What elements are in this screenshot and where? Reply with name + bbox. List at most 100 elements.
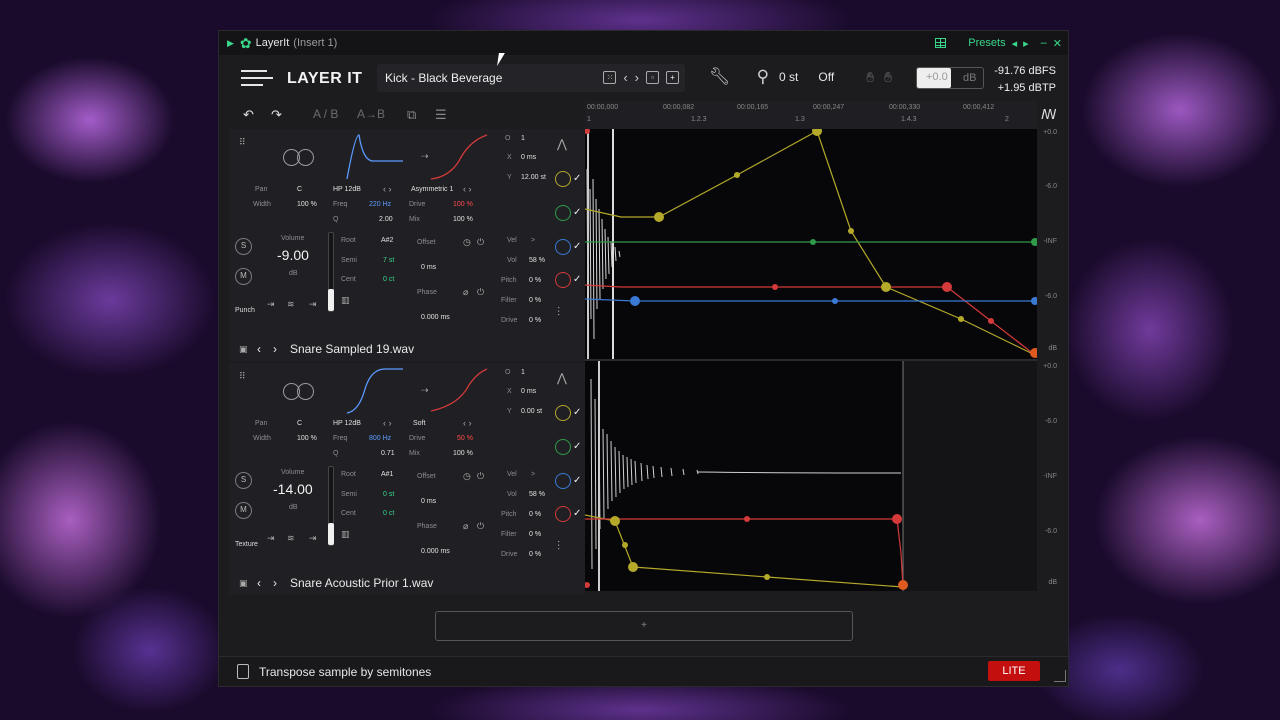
pan-value[interactable]: C [297,420,302,427]
o-value[interactable]: 1 [521,369,525,376]
preset-next-arrow-icon[interactable]: › [635,70,639,85]
solo-button[interactable]: S [235,472,252,489]
checkmark-icon[interactable]: ✓ [573,173,581,184]
freq-value[interactable]: 800 Hz [369,435,391,442]
offset-value[interactable]: 0 ms [421,264,436,271]
freq-value[interactable]: 220 Hz [369,201,391,208]
redo-icon[interactable]: ↷ [271,107,282,123]
pan-value[interactable]: C [297,186,302,193]
checkmark-icon[interactable]: ✓ [573,475,581,486]
phase-value[interactable]: 0.000 ms [421,314,450,321]
save-as-icon[interactable]: + [666,71,679,84]
volume-envelope-icon[interactable] [555,171,571,187]
phase-invert-icon[interactable]: ⌀ [463,287,468,298]
midi-learn-icon[interactable]: ✋︎ [866,69,874,86]
copy-a-to-b-button[interactable]: A→B [357,107,385,121]
preset-prev-arrow-icon[interactable]: ‹ [623,70,627,85]
phase-value[interactable]: 0.000 ms [421,548,450,555]
width-value[interactable]: 100 % [297,201,317,208]
x-value[interactable]: 0 ms [521,154,536,161]
checkmark-icon[interactable]: ✓ [573,407,581,418]
root-value[interactable]: A#2 [381,237,393,244]
undo-icon[interactable]: ↶ [243,107,254,123]
volume-value[interactable]: -14.00 [273,481,313,497]
power-icon[interactable]: ⏻ [477,237,484,248]
presets-button[interactable]: Presets [968,37,1005,49]
pitch-envelope-icon[interactable] [555,506,571,522]
envelope-editor[interactable] [584,126,1040,591]
menu-icon[interactable] [241,70,273,88]
filter-curve[interactable] [345,365,405,415]
filter-envelope-icon[interactable] [555,473,571,489]
power-icon[interactable]: ⏻ [477,471,484,482]
split-view-icon[interactable]: ⧉ [407,107,416,123]
vel-drive-value[interactable]: 0 % [529,317,541,324]
vel-drive-value[interactable]: 0 % [529,551,541,558]
bypass-icon[interactable]: ⇢ [421,151,429,162]
clock-icon[interactable]: ◷ [463,471,471,482]
envelope-shape-icon[interactable]: ⋀ [557,137,567,151]
output-gain-field[interactable]: +0.0 dB [916,67,984,89]
y-value[interactable]: 12.00 st [521,174,546,181]
document-icon[interactable] [237,664,249,679]
y-value[interactable]: 0.00 st [521,408,542,415]
mix-value[interactable]: 100 % [453,216,473,223]
root-value[interactable]: A#1 [381,471,393,478]
envelope-canvas[interactable] [584,126,1040,591]
grid-icon[interactable] [935,38,947,48]
filter-envelope-icon[interactable] [555,239,571,255]
next-sample-icon[interactable]: › [273,576,277,590]
pan-envelope-icon[interactable] [555,205,571,221]
checkmark-icon[interactable]: ✓ [573,508,581,519]
lite-badge[interactable]: LITE [988,661,1040,681]
volume-fader[interactable] [328,466,334,546]
preset-next-icon[interactable]: ▸ [1023,37,1029,50]
vel-arrow[interactable]: > [531,237,535,244]
distortion-arrows-icon[interactable]: ‹ › [463,184,472,194]
prev-sample-icon[interactable]: ‹ [257,576,261,590]
close-icon[interactable]: ✕ [1053,37,1062,50]
mode-label[interactable]: Punch [235,307,255,314]
save-icon[interactable]: ▫ [646,71,659,84]
mixer-icon[interactable]: ⫶ [557,539,560,554]
vel-pitch-value[interactable]: 0 % [529,277,541,284]
layer-menu-icon[interactable]: ▣ [239,344,248,355]
mixer-icon[interactable]: ⫶ [557,305,560,320]
timeline-ruler[interactable]: 00:00,000 00:00,082 00:00,165 00:00,247 … [585,101,1037,129]
sample-filename[interactable]: Snare Sampled 19.wav [290,342,414,356]
stack-view-icon[interactable]: ☰ [435,107,447,123]
bypass-icon[interactable]: ⇢ [421,385,429,396]
off-toggle[interactable]: Off [818,70,834,84]
keyboard-icon[interactable]: ▥ [341,529,350,540]
volume-envelope-icon[interactable] [555,405,571,421]
preset-selector[interactable]: Kick - Black Beverage ⁙ ‹ › ▫ + [377,64,685,92]
midi-clear-icon[interactable]: ✋︎ [884,69,892,86]
loop-icon[interactable]: ≋ [287,299,295,310]
vel-filter-value[interactable]: 0 % [529,297,541,304]
play-icon[interactable]: ▶ [227,38,234,49]
filter-curve[interactable] [345,131,405,181]
distortion-arrows-icon[interactable]: ‹ › [463,418,472,428]
distortion-type[interactable]: Asymmetric 1 [411,186,453,193]
tuning-icon[interactable]: ⚲ [757,67,769,87]
vel-pitch-value[interactable]: 0 % [529,511,541,518]
next-sample-icon[interactable]: › [273,342,277,356]
semi-value[interactable]: 0 st [383,491,394,498]
pitch-envelope-icon[interactable] [555,272,571,288]
q-value[interactable]: 0.71 [381,450,395,457]
q-value[interactable]: 2.00 [379,216,393,223]
add-layer-button[interactable]: + [435,611,853,641]
resize-handle-icon[interactable] [1054,670,1066,682]
filter-type[interactable]: HP 12dB [333,420,361,427]
wrench-icon[interactable]: 🔧︎ [709,67,731,87]
drag-handle-icon[interactable]: ⠿ [239,137,246,148]
pan-envelope-icon[interactable] [555,439,571,455]
o-value[interactable]: 1 [521,135,525,142]
reverse-icon[interactable]: ⇥ [267,299,275,310]
mute-button[interactable]: M [235,502,252,519]
checkmark-icon[interactable]: ✓ [573,241,581,252]
filter-type[interactable]: HP 12dB [333,186,361,193]
cent-value[interactable]: 0 ct [383,510,394,517]
volume-value[interactable]: -9.00 [277,247,309,263]
randomize-icon[interactable]: ⁙ [603,71,617,84]
